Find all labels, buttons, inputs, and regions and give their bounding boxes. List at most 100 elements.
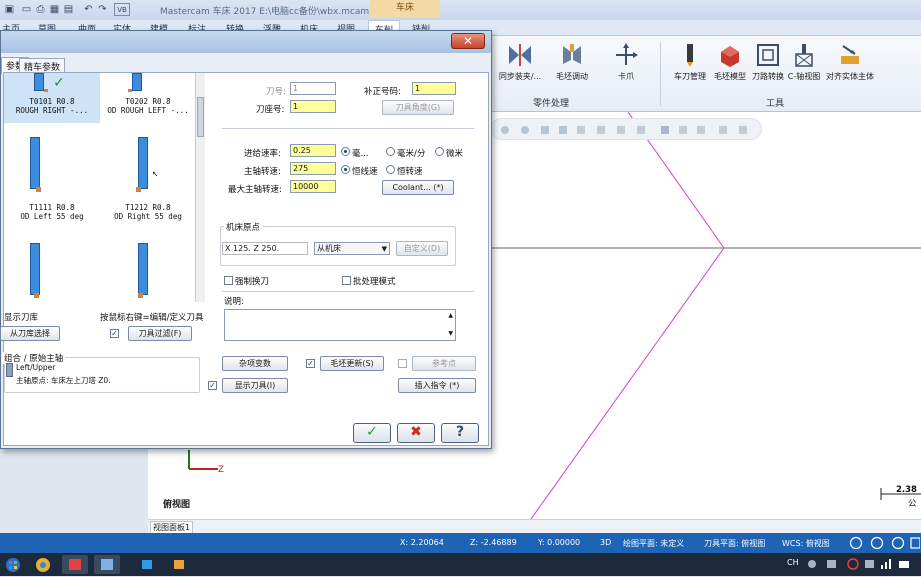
open-icon[interactable]: ▭	[20, 3, 33, 16]
lathe-toolpath-dialog: ✕ 参数 精车参数 ✓ T0101 R0.8 ROUGH RIGHT -... …	[0, 30, 492, 449]
tool-tip-icon	[36, 187, 41, 192]
tray-icons[interactable]	[805, 557, 917, 571]
max-spindle-input[interactable]: 10000	[290, 180, 336, 193]
tool-item-t1212[interactable]: ↖ T1212 R0.8 OD Right 55 deg	[100, 129, 196, 231]
view-toolbar-icons	[501, 126, 747, 134]
stock-update-checkbox[interactable]: ✓	[306, 359, 315, 368]
app-taskbar-icon-1[interactable]	[134, 555, 160, 574]
notes-scroll-down-icon[interactable]: ▼	[448, 329, 453, 339]
tool-item-t0101[interactable]: ✓ T0101 R0.8 ROUGH RIGHT -...	[4, 73, 100, 123]
print-icon[interactable]: ⎙	[34, 3, 47, 16]
stock-update-button[interactable]: 毛坯更新(S)	[320, 356, 384, 371]
feed-mm-rev-label: 毫...	[352, 149, 369, 159]
tool-filter-button[interactable]: 刀具过滤(F)	[128, 326, 192, 341]
feed-mm-min-radio[interactable]	[386, 147, 395, 156]
tool-id: T1212 R0.8	[125, 203, 171, 212]
ref-point-checkbox[interactable]	[398, 359, 407, 368]
start-icon[interactable]	[3, 555, 23, 574]
offset-number-input[interactable]: 1	[412, 82, 456, 95]
feed-mm-rev-radio[interactable]	[341, 147, 350, 156]
parameters-panel: ✓ T0101 R0.8 ROUGH RIGHT -... T0202 R0.8…	[0, 72, 489, 446]
tool-tip-icon	[34, 293, 39, 298]
show-tool-button[interactable]: 显示刀具(I)	[222, 378, 288, 393]
chrome-icon[interactable]	[30, 555, 56, 574]
status-view-icons[interactable]	[848, 536, 920, 550]
right-click-hint: 按鼠标右键=编辑/定义刀具	[100, 313, 204, 323]
status-y: Y: 0.00000	[538, 538, 581, 547]
sync-setup-button[interactable]: 同步装夹/...	[490, 42, 550, 82]
vb-icon[interactable]: VB	[114, 3, 130, 16]
window-taskbar-icon[interactable]	[94, 555, 120, 574]
home-mode-select[interactable]: 从机床 ▼	[314, 242, 390, 255]
save-as-icon[interactable]: ▤	[62, 3, 75, 16]
tool-item-t1111[interactable]: T1111 R0.8 OD Left 55 deg	[4, 129, 100, 231]
tool-icon	[138, 243, 148, 295]
dialog-close-button[interactable]: ✕	[451, 33, 485, 49]
tool-number-input[interactable]: 1	[290, 82, 336, 95]
tool-holder-label: 刀座号:	[256, 105, 285, 115]
misc-values-button[interactable]: 杂项变数	[222, 356, 288, 371]
feed-micron-radio[interactable]	[435, 147, 444, 156]
rpm-radio[interactable]	[386, 165, 395, 174]
home-mode-value: 从机床	[317, 244, 341, 253]
tool-item-t0202[interactable]: T0202 R0.8 OD ROUGH LEFT -...	[100, 73, 196, 123]
tool-filter-checkbox[interactable]: ✓	[110, 329, 119, 338]
tool-list[interactable]: ✓ T0101 R0.8 ROUGH RIGHT -... T0202 R0.8…	[4, 73, 197, 302]
feed-rate-input[interactable]: 0.25	[290, 144, 336, 157]
tool-item-partial-2[interactable]	[100, 235, 196, 302]
define-home-button[interactable]: 自定义(D)	[396, 241, 448, 256]
app-taskbar-icon-2[interactable]	[166, 555, 192, 574]
ribbon-separator	[660, 42, 661, 106]
spindle-speed-input[interactable]: 275	[290, 162, 336, 175]
force-tool-change-label: 强制换刀	[235, 277, 270, 287]
batch-mode-checkbox[interactable]	[342, 276, 351, 285]
status-x: X: 2.20064	[400, 538, 444, 547]
notes-label: 说明:	[224, 297, 244, 307]
divider	[222, 291, 474, 292]
save-icon[interactable]: ▦	[48, 3, 61, 16]
dialog-tabs: 参数 精车参数	[1, 53, 491, 74]
c-axis-view-icon	[791, 42, 817, 68]
scrollbar-thumb[interactable]	[197, 97, 204, 137]
undo-icon[interactable]: ↶	[82, 3, 95, 16]
dialog-title-bar[interactable]: ✕	[1, 31, 491, 53]
tool-icon	[30, 243, 40, 295]
stock-flip-button[interactable]: 毛坯调动	[542, 42, 602, 82]
force-tool-change-checkbox[interactable]	[224, 276, 233, 285]
tool-list-scrollbar[interactable]	[195, 73, 205, 302]
select-from-library-button[interactable]: 从刀库选择	[0, 326, 60, 341]
align-solid-button[interactable]: 对齐实体主体	[818, 42, 882, 82]
cancel-button[interactable]: ✖	[397, 423, 435, 443]
ok-button[interactable]: ✓	[353, 423, 391, 443]
feed-rate-label: 进给速率:	[244, 149, 281, 159]
coolant-button[interactable]: Coolant... (*)	[382, 180, 454, 195]
tool-icon	[138, 137, 148, 189]
status-3d-toggle[interactable]: 3D	[600, 538, 611, 547]
tab-finish-params[interactable]: 精车参数	[19, 58, 66, 73]
divider	[222, 128, 474, 129]
tool-angle-button[interactable]: 刀具角度(G)	[382, 100, 454, 115]
ref-point-button[interactable]: 参考点	[412, 356, 476, 371]
tool-item-partial-1[interactable]	[4, 235, 100, 302]
view-toolbar[interactable]	[490, 118, 762, 140]
chuck-button[interactable]: 卡爪	[596, 42, 656, 82]
status-tool-plane[interactable]: 刀具平面: 俯视图	[704, 538, 765, 549]
show-tool-checkbox[interactable]: ✓	[208, 381, 217, 390]
tool-desc: OD Right 55 deg	[114, 212, 182, 221]
notes-scroll-up-icon[interactable]: ▲	[448, 311, 453, 321]
tray-lang[interactable]: CH	[787, 558, 799, 567]
scale-unit: 公	[908, 499, 917, 509]
mastercam-taskbar-icon[interactable]	[62, 555, 88, 574]
redo-icon[interactable]: ↷	[96, 3, 109, 16]
status-construction-plane[interactable]: 绘图平面: 未定义	[623, 538, 684, 549]
css-radio[interactable]	[341, 165, 350, 174]
status-wcs[interactable]: WCS: 俯视图	[782, 538, 830, 549]
help-button[interactable]: ?	[441, 423, 479, 443]
insert-command-button[interactable]: 插入指令 (*)	[398, 378, 476, 393]
notes-textarea[interactable]: ▲ ▼	[224, 309, 456, 341]
app-menu-icon[interactable]: ▣	[3, 3, 16, 16]
tool-id: T1111 R0.8	[29, 203, 75, 212]
tool-tip-icon	[138, 293, 143, 298]
tool-holder-input[interactable]: 1	[290, 100, 336, 113]
tool-desc: OD ROUGH LEFT -...	[107, 106, 189, 115]
